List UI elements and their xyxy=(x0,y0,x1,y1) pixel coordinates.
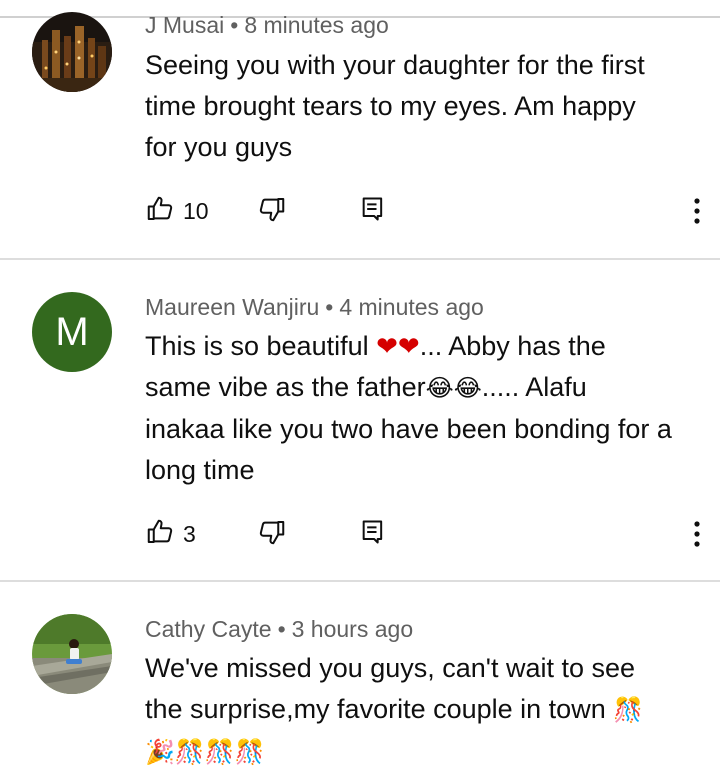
laughing-emoji: 😂😂 xyxy=(425,375,482,402)
thumbs-up-icon xyxy=(145,517,175,552)
comment-actions: 3 xyxy=(145,516,705,552)
avatar[interactable] xyxy=(32,12,112,92)
avatar[interactable]: M xyxy=(32,292,112,372)
like-count: 3 xyxy=(183,520,196,547)
thumbs-down-icon xyxy=(257,517,287,552)
heart-emoji: ❤❤ xyxy=(376,331,420,361)
comment-actions: 10 xyxy=(145,193,705,229)
comment-item: Cathy Cayte • 3 hours ago We've missed you… xyxy=(0,582,720,767)
comment-meta: Cathy Cayte • 3 hours ago xyxy=(145,616,413,643)
comment-text-line: Seeing you with your daughter for the fi… xyxy=(145,50,645,80)
more-vertical-icon[interactable] xyxy=(689,518,705,550)
comment-text: This is so beautiful ❤❤... Abby has the … xyxy=(145,326,705,491)
like-count: 10 xyxy=(183,197,209,224)
comment-reply-icon xyxy=(359,517,387,552)
comment-text-line: inakaa like you two have been bonding fo… xyxy=(145,414,672,444)
meta-separator: • xyxy=(230,12,239,38)
comment-item: J Musai • 8 minutes ago Seeing you with yo… xyxy=(0,0,720,258)
timestamp: 4 minutes ago xyxy=(339,294,484,320)
meta-separator: • xyxy=(325,294,334,320)
comment-text-line: for you guys xyxy=(145,132,293,162)
meta-separator: • xyxy=(277,616,286,642)
comment-text-line: same vibe as the father😂😂..... Alafu xyxy=(145,367,705,409)
party-emoji: 🎉🎊🎊🎊 xyxy=(145,739,265,766)
thumbs-down-icon xyxy=(257,194,287,229)
comment-text: Seeing you with your daughter for the fi… xyxy=(145,45,705,168)
dislike-button[interactable] xyxy=(257,516,287,552)
party-emoji: 🎊 xyxy=(613,697,644,724)
timestamp: 8 minutes ago xyxy=(244,12,389,38)
like-button[interactable]: 10 xyxy=(145,193,209,229)
avatar-letter: M xyxy=(55,310,89,354)
timestamp: 3 hours ago xyxy=(291,616,414,642)
comment-text-line: the surprise,my favorite couple in town … xyxy=(145,689,705,731)
comment-meta: J Musai • 8 minutes ago xyxy=(145,12,389,39)
text-fragment: same vibe as the father xyxy=(145,372,426,402)
thumbs-up-icon xyxy=(145,194,175,229)
like-button[interactable]: 3 xyxy=(145,516,196,552)
comment-text-line: This is so beautiful ❤❤... Abby has the xyxy=(145,326,705,367)
comment-text-line: time brought tears to my eyes. Am happy xyxy=(145,91,636,121)
text-fragment: ..... Alafu xyxy=(481,372,587,402)
comment-text-line: long time xyxy=(145,455,255,485)
comment-reply-icon xyxy=(359,194,387,229)
avatar[interactable] xyxy=(32,614,112,694)
reply-button[interactable] xyxy=(359,193,387,229)
dislike-button[interactable] xyxy=(257,193,287,229)
author-name[interactable]: Maureen Wanjiru xyxy=(145,294,319,320)
comment-text-line: We've missed you guys, can't wait to see xyxy=(145,653,636,683)
author-name[interactable]: Cathy Cayte xyxy=(145,616,272,642)
text-fragment: ... Abby has the xyxy=(419,331,606,361)
comment-text: We've missed you guys, can't wait to see… xyxy=(145,648,705,773)
text-fragment: This is so beautiful xyxy=(145,331,377,361)
reply-button[interactable] xyxy=(359,516,387,552)
text-fragment: the surprise,my favorite couple in town xyxy=(145,694,614,724)
author-name[interactable]: J Musai xyxy=(145,12,224,38)
comment-meta: Maureen Wanjiru • 4 minutes ago xyxy=(145,294,484,321)
comment-item: M Maureen Wanjiru • 4 minutes ago This is … xyxy=(0,260,720,580)
more-vertical-icon[interactable] xyxy=(689,195,705,227)
